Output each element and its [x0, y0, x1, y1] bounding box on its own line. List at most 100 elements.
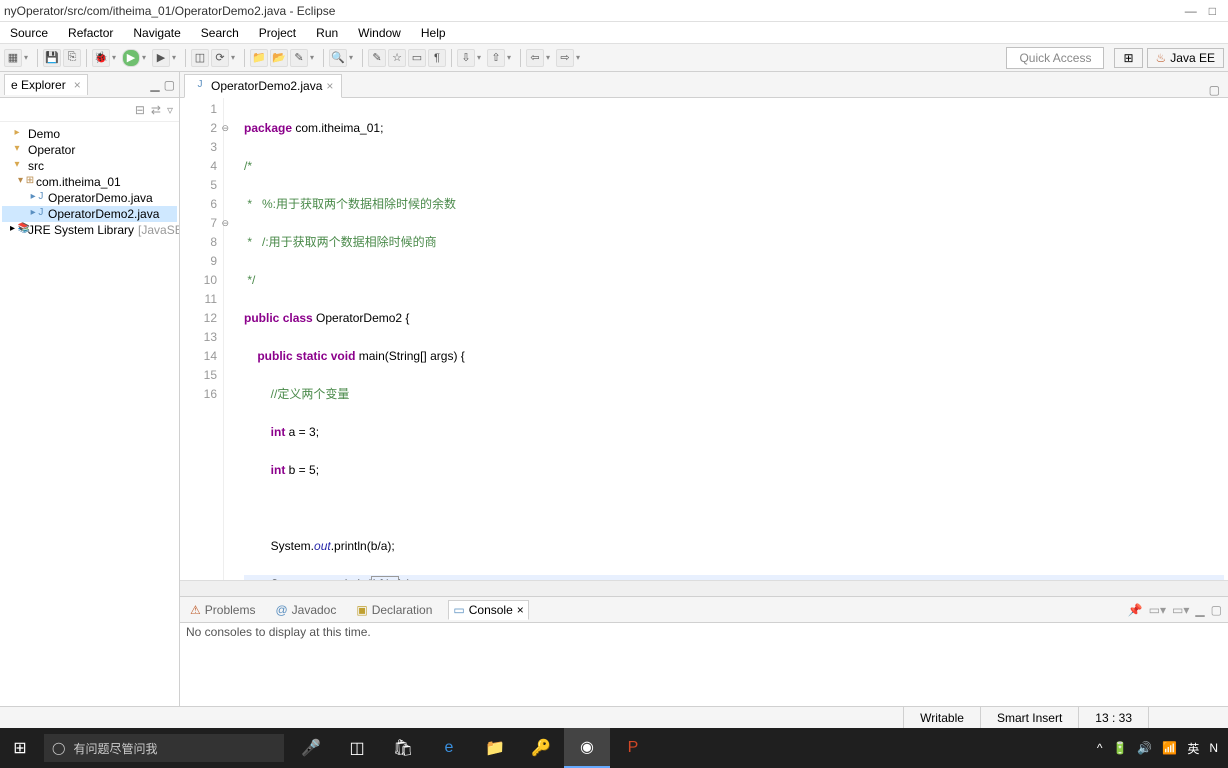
wizard-icon[interactable]: ✎ — [290, 49, 308, 67]
package-icon: ▾ ⊞ — [18, 175, 32, 189]
project-explorer: e Explorer × ▁ ▢ ⊟ ⇄ ▿ ▸ Demo ▾ Operator… — [0, 72, 180, 706]
project-icon: ▸ — [10, 127, 24, 141]
tree-file-1[interactable]: ▸ J OperatorDemo.java — [2, 190, 177, 206]
status-writable: Writable — [903, 707, 980, 728]
explorer-tab[interactable]: e Explorer × — [4, 74, 88, 95]
minimize-button[interactable]: — — [1185, 4, 1197, 18]
run-ext-icon[interactable]: ▶ — [152, 49, 170, 67]
start-button[interactable]: ⊞ — [0, 738, 40, 758]
tree-jre-library[interactable]: ▸ 📚 JRE System Library [JavaSE-1.7] — [2, 222, 177, 238]
folder-icon: ▾ — [10, 159, 24, 173]
close-icon[interactable]: × — [74, 78, 81, 92]
menu-help[interactable]: Help — [411, 26, 456, 40]
horizontal-scrollbar[interactable] — [180, 580, 1228, 596]
block-select-icon[interactable]: ▭ — [408, 49, 426, 67]
min-view-icon[interactable]: ▁ — [1195, 603, 1204, 617]
explorer-icon[interactable]: 📁 — [472, 728, 518, 768]
tray-up-icon[interactable]: ^ — [1097, 741, 1103, 755]
edge-icon[interactable]: e — [426, 728, 472, 768]
eclipse-app-icon[interactable]: ◉ — [564, 728, 610, 768]
maximize-editor-icon[interactable]: ▢ — [1201, 83, 1228, 97]
battery-icon[interactable]: 🔋 — [1112, 741, 1127, 755]
refresh-icon[interactable]: ⟳ — [211, 49, 229, 67]
main-area: e Explorer × ▁ ▢ ⊟ ⇄ ▿ ▸ Demo ▾ Operator… — [0, 72, 1228, 706]
save-icon[interactable]: 💾 — [43, 49, 61, 67]
folding-ruler[interactable] — [224, 98, 240, 580]
maximize-button[interactable]: □ — [1209, 4, 1216, 18]
project-tree[interactable]: ▸ Demo ▾ Operator ▾ src ▾ ⊞ com.itheima_… — [0, 122, 179, 242]
wifi-icon[interactable]: 📶 — [1162, 741, 1177, 755]
menu-navigate[interactable]: Navigate — [123, 26, 190, 40]
javaee-icon: ♨ — [1156, 51, 1167, 65]
cortana-search[interactable]: ◯ 有问题尽管问我 — [44, 734, 284, 762]
tree-file-2[interactable]: ▸ J OperatorDemo2.java — [2, 206, 177, 222]
tree-package[interactable]: ▾ ⊞ com.itheima_01 — [2, 174, 177, 190]
close-icon[interactable]: × — [517, 603, 524, 617]
debug-icon[interactable]: 🐞 — [92, 49, 110, 67]
view-menu-icon[interactable]: ▿ — [167, 103, 173, 117]
next-annot-icon[interactable]: ⇩ — [457, 49, 475, 67]
ime-indicator[interactable]: 英 — [1187, 740, 1199, 757]
java-file-icon: ▸ J — [30, 191, 44, 205]
search-icon[interactable]: 🔍 — [329, 49, 347, 67]
mic-icon[interactable]: 🎤 — [288, 728, 334, 768]
tree-src-folder[interactable]: ▾ src — [2, 158, 177, 174]
quick-access-input[interactable]: Quick Access — [1006, 47, 1104, 69]
title-bar: nyOperator/src/com/itheima_01/OperatorDe… — [0, 0, 1228, 22]
menu-run[interactable]: Run — [306, 26, 348, 40]
task-view-icon[interactable]: ◫ — [334, 728, 380, 768]
javadoc-tab[interactable]: @ Javadoc — [271, 601, 340, 619]
collapse-all-icon[interactable]: ⊟ — [135, 103, 145, 117]
pin-console-icon[interactable]: 📌 — [1128, 603, 1143, 617]
app1-icon[interactable]: 🔑 — [518, 728, 564, 768]
code-area[interactable]: package com.itheima_01; /* * %:用于获取两个数据相… — [240, 98, 1228, 580]
store-icon[interactable]: 🛍 — [380, 728, 426, 768]
menu-search[interactable]: Search — [191, 26, 249, 40]
declaration-tab[interactable]: ▣ Declaration — [352, 601, 436, 619]
toggle-mark-icon[interactable]: ✎ — [368, 49, 386, 67]
bottom-panel: ⚠ Problems @ Javadoc ▣ Declaration ▭ Con… — [180, 596, 1228, 706]
menu-project[interactable]: Project — [249, 26, 306, 40]
forward-icon[interactable]: ⇨ — [556, 49, 574, 67]
menu-window[interactable]: Window — [348, 26, 411, 40]
annotation-icon[interactable]: ☆ — [388, 49, 406, 67]
javaee-perspective-button[interactable]: ♨ Java EE — [1147, 48, 1224, 68]
menu-bar: Source Refactor Navigate Search Project … — [0, 22, 1228, 44]
tree-project-demo[interactable]: ▸ Demo — [2, 126, 177, 142]
library-icon: ▸ 📚 — [10, 223, 24, 237]
volume-icon[interactable]: 🔊 — [1137, 741, 1152, 755]
code-editor[interactable]: 1 2 3 4 5 6 7 8 9 10 11 12 13 14 15 16 — [180, 98, 1228, 580]
open-type-icon[interactable]: 📂 — [270, 49, 288, 67]
powerpoint-icon[interactable]: P — [610, 728, 656, 768]
link-editor-icon[interactable]: ⇄ — [151, 103, 161, 117]
save-all-icon[interactable]: ⎘ — [63, 49, 81, 67]
project-icon: ▾ — [10, 143, 24, 157]
windows-taskbar: ⊞ ◯ 有问题尽管问我 🎤 ◫ 🛍 e 📁 🔑 ◉ P ^ 🔋 🔊 📶 英 N — [0, 728, 1228, 768]
menu-refactor[interactable]: Refactor — [58, 26, 123, 40]
ime-indicator-2[interactable]: N — [1209, 741, 1218, 755]
new-server-icon[interactable]: ◫ — [191, 49, 209, 67]
javadoc-icon: @ — [275, 603, 287, 617]
console-tab[interactable]: ▭ Console × — [448, 600, 528, 620]
new-icon[interactable]: ▦ — [4, 49, 22, 67]
prev-annot-icon[interactable]: ⇧ — [487, 49, 505, 67]
display-console-icon[interactable]: ▭▾ — [1149, 603, 1166, 617]
status-cursor-position: 13 : 33 — [1078, 707, 1148, 728]
editor-tab-operatordemo2[interactable]: J OperatorDemo2.java × — [184, 74, 342, 98]
tree-project-operator[interactable]: ▾ Operator — [2, 142, 177, 158]
max-view-icon[interactable]: ▢ — [1211, 603, 1222, 617]
open-console-icon[interactable]: ▭▾ — [1172, 603, 1189, 617]
open-perspective-button[interactable]: ⊞ — [1114, 48, 1142, 68]
back-icon[interactable]: ⇦ — [526, 49, 544, 67]
menu-source[interactable]: Source — [0, 26, 58, 40]
maximize-view-icon[interactable]: ▢ — [164, 78, 175, 92]
close-tab-icon[interactable]: × — [326, 79, 333, 93]
editor-pane: J OperatorDemo2.java × ▢ 1 2 3 4 5 6 7 8… — [180, 72, 1228, 706]
status-bar: Writable Smart Insert 13 : 33 — [0, 706, 1228, 728]
new-pkg-icon[interactable]: 📁 — [250, 49, 268, 67]
minimize-view-icon[interactable]: ▁ — [150, 78, 159, 92]
run-icon[interactable]: ▶ — [122, 49, 140, 67]
status-insert-mode: Smart Insert — [980, 707, 1078, 728]
show-ws-icon[interactable]: ¶ — [428, 49, 446, 67]
problems-tab[interactable]: ⚠ Problems — [186, 601, 259, 619]
